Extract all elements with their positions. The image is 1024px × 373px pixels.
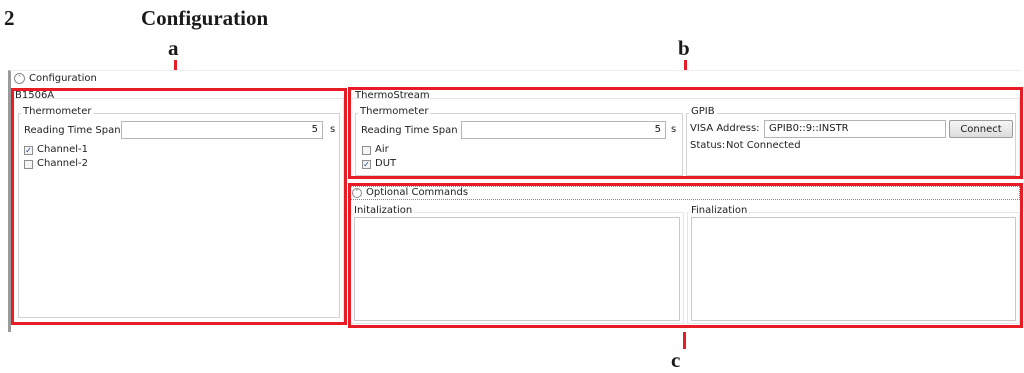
figure-title: Configuration (141, 6, 269, 30)
configuration-expander-label[interactable]: Configuration (29, 73, 97, 84)
callout-c-box (348, 183, 1023, 328)
callout-a-box (11, 88, 347, 325)
callout-c-label: c (671, 348, 681, 372)
callout-b-box (348, 87, 1023, 179)
figure-number: 2 (4, 6, 15, 30)
callout-a-label: a (168, 36, 179, 60)
callout-b-label: b (678, 36, 690, 60)
collapse-chevron-up-icon[interactable]: ˄ (14, 73, 25, 84)
